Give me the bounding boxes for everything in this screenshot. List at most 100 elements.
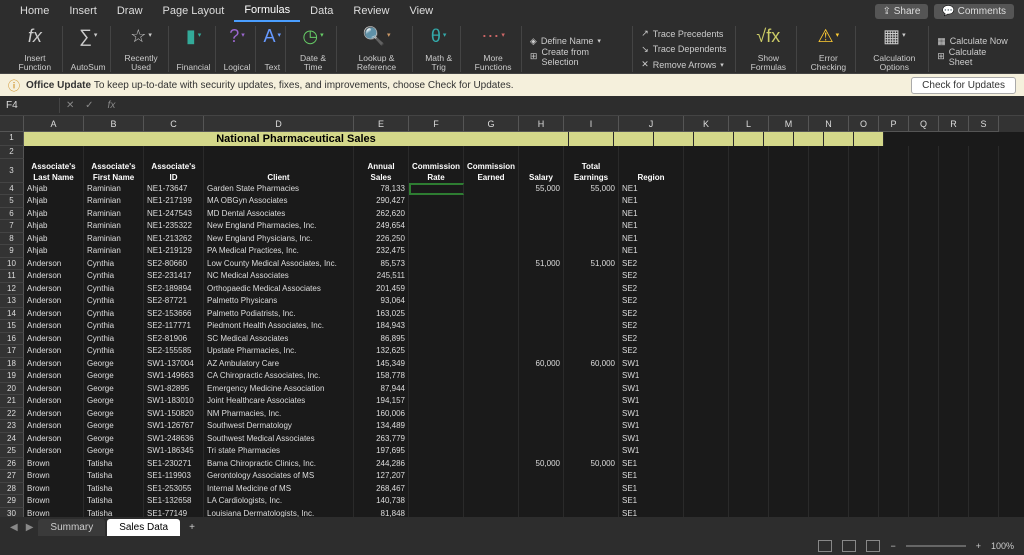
cell[interactable] — [969, 233, 999, 246]
cell[interactable] — [464, 258, 519, 271]
cell[interactable] — [769, 295, 809, 308]
row-header[interactable]: 28 — [0, 483, 24, 496]
cell[interactable]: Cynthia — [84, 258, 144, 271]
cell[interactable]: Internal Medicine of MS — [204, 483, 354, 496]
cell[interactable] — [849, 470, 879, 483]
cell[interactable] — [684, 383, 729, 396]
cell[interactable] — [684, 233, 729, 246]
cell[interactable]: Anderson — [24, 370, 84, 383]
cell[interactable] — [939, 345, 969, 358]
cell[interactable] — [909, 146, 939, 159]
row-header[interactable]: 8 — [0, 233, 24, 246]
cell[interactable]: Cynthia — [84, 308, 144, 321]
cell[interactable] — [564, 320, 619, 333]
cell[interactable] — [809, 470, 849, 483]
cell[interactable]: Anderson — [24, 433, 84, 446]
cell[interactable] — [769, 445, 809, 458]
row-header[interactable]: 29 — [0, 495, 24, 508]
cell[interactable] — [849, 445, 879, 458]
cell[interactable] — [909, 270, 939, 283]
header-cell[interactable] — [879, 159, 909, 183]
cell[interactable]: Anderson — [24, 320, 84, 333]
cell[interactable]: SE1-132658 — [144, 495, 204, 508]
cell[interactable]: Ahjab — [24, 245, 84, 258]
row-header[interactable]: 17 — [0, 345, 24, 358]
cell[interactable] — [849, 270, 879, 283]
cell[interactable] — [939, 208, 969, 221]
cell[interactable]: SE1 — [619, 458, 684, 471]
cell[interactable] — [409, 308, 464, 321]
cell[interactable] — [809, 220, 849, 233]
cell[interactable] — [684, 495, 729, 508]
select-all-corner[interactable] — [0, 116, 24, 132]
cell[interactable]: NE1-217199 — [144, 195, 204, 208]
cell[interactable] — [769, 320, 809, 333]
cell[interactable]: George — [84, 358, 144, 371]
cell[interactable] — [84, 146, 144, 159]
cell[interactable] — [809, 233, 849, 246]
cell[interactable] — [939, 195, 969, 208]
cell[interactable] — [879, 195, 909, 208]
cell[interactable]: Anderson — [24, 283, 84, 296]
cell[interactable] — [769, 208, 809, 221]
cell[interactable]: 249,654 — [354, 220, 409, 233]
cell[interactable] — [879, 408, 909, 421]
cell[interactable]: George — [84, 420, 144, 433]
cell[interactable] — [939, 483, 969, 496]
cell[interactable] — [809, 483, 849, 496]
cell[interactable] — [909, 433, 939, 446]
cell[interactable] — [684, 258, 729, 271]
cell[interactable] — [464, 220, 519, 233]
cell[interactable]: New England Pharmacies, Inc. — [204, 220, 354, 233]
cell[interactable] — [769, 333, 809, 346]
cell[interactable]: SE2 — [619, 258, 684, 271]
cell[interactable] — [879, 245, 909, 258]
cell[interactable]: 60,000 — [519, 358, 564, 371]
cell[interactable] — [969, 333, 999, 346]
cell[interactable] — [409, 270, 464, 283]
header-cell[interactable]: Total Earnings — [564, 159, 619, 183]
cell[interactable]: Upstate Pharmacies, Inc. — [204, 345, 354, 358]
cell[interactable] — [564, 220, 619, 233]
cell[interactable] — [849, 383, 879, 396]
cell[interactable] — [849, 320, 879, 333]
row-header[interactable]: 19 — [0, 370, 24, 383]
cell[interactable] — [939, 146, 969, 159]
cell[interactable]: SW1 — [619, 445, 684, 458]
cell[interactable]: 268,467 — [354, 483, 409, 496]
cell[interactable] — [909, 458, 939, 471]
comments-button[interactable]: 💬 Comments — [934, 4, 1014, 19]
cell[interactable] — [969, 445, 999, 458]
col-header-Q[interactable]: Q — [909, 116, 939, 132]
cell[interactable] — [464, 445, 519, 458]
cell[interactable] — [519, 445, 564, 458]
cell[interactable] — [909, 470, 939, 483]
check-for-updates-button[interactable]: Check for Updates — [911, 77, 1016, 94]
cell[interactable]: Raminian — [84, 245, 144, 258]
cell[interactable] — [519, 345, 564, 358]
cell[interactable]: Palmetto Physicans — [204, 295, 354, 308]
cell[interactable] — [969, 295, 999, 308]
cell[interactable]: Tatisha — [84, 458, 144, 471]
sheet-nav-prev[interactable]: ◀ — [6, 522, 22, 533]
cell[interactable] — [564, 433, 619, 446]
cell[interactable] — [519, 208, 564, 221]
cell[interactable] — [684, 370, 729, 383]
cell[interactable] — [564, 408, 619, 421]
cell[interactable] — [849, 408, 879, 421]
row-header[interactable]: 14 — [0, 308, 24, 321]
cell[interactable] — [939, 333, 969, 346]
cell[interactable] — [519, 408, 564, 421]
cell[interactable] — [879, 445, 909, 458]
tab-insert[interactable]: Insert — [59, 1, 107, 21]
cell[interactable] — [409, 483, 464, 496]
cell[interactable] — [409, 370, 464, 383]
page-layout-view-icon[interactable] — [842, 540, 856, 552]
cell[interactable] — [519, 245, 564, 258]
cell[interactable] — [409, 358, 464, 371]
cell[interactable] — [729, 358, 769, 371]
cell[interactable] — [204, 146, 354, 159]
cell[interactable]: Piedmont Health Associates, Inc. — [204, 320, 354, 333]
tab-review[interactable]: Review — [343, 1, 399, 21]
cell[interactable] — [879, 308, 909, 321]
